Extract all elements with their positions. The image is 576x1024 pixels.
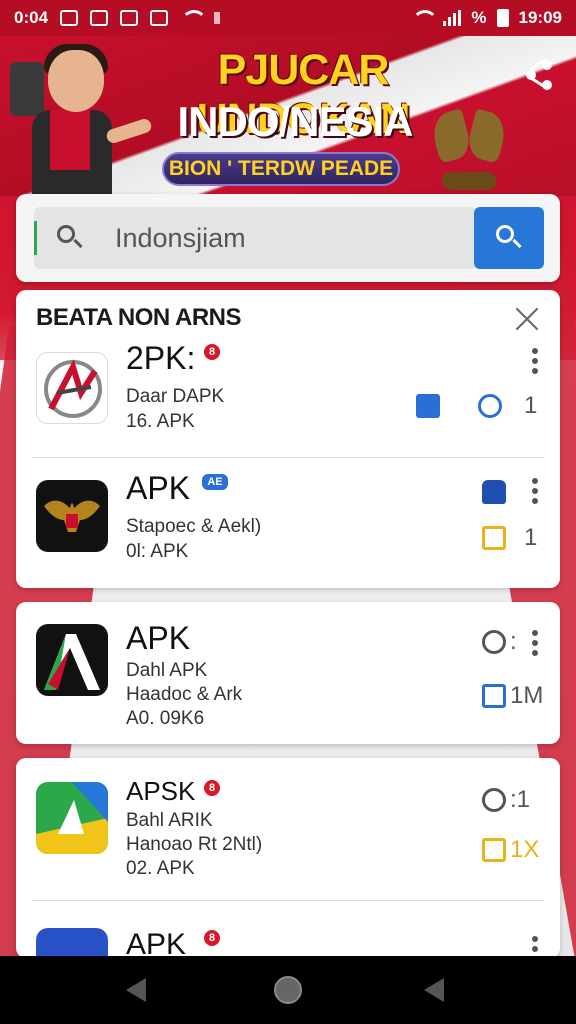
notification-badge: 8 (204, 344, 220, 360)
focus-indicator (34, 221, 37, 255)
garuda-app-icon (36, 480, 108, 552)
top-action-label: : (510, 628, 517, 655)
search-button[interactable] (474, 207, 544, 269)
notification-badge: 8 (204, 780, 220, 796)
app-logo-icon (36, 624, 108, 696)
app-logo-icon (36, 352, 108, 424)
app-subtitle: Dahl APK (126, 660, 208, 681)
status-time-right: 19:09 (518, 8, 562, 27)
action-count: 1 (524, 392, 538, 419)
app-subtitle: Bahl ARIK (126, 810, 213, 831)
app-subtitle: Daar DAPK (126, 386, 225, 407)
more-options-icon[interactable] (532, 348, 538, 374)
search-field[interactable] (34, 207, 477, 269)
info-icon[interactable] (482, 788, 506, 812)
battery-percent: % (471, 8, 487, 27)
results-card: BEATA NON ARNS 2PK: 8 Daar DAPK 16. APK … (16, 290, 560, 588)
header-banner: PJUCAR UNDOKAN INDO/NESIA BION ' TERDW P… (0, 36, 576, 196)
list-item[interactable]: 2PK: 8 Daar DAPK 16. APK 1 (16, 340, 560, 458)
list-item[interactable]: APK AE Stapoec & Aekl) 0l: APK 1 (16, 470, 560, 588)
wifi-status-icon (411, 10, 439, 26)
notification-badge: 8 (204, 930, 220, 946)
app-subtitle: Stapoec & Aekl) (126, 516, 262, 537)
action-count: 1X (510, 836, 540, 863)
top-action-label: :1 (510, 786, 531, 813)
app-size: 0l: APK (126, 541, 189, 562)
more-options-icon[interactable] (532, 630, 538, 656)
close-icon[interactable] (514, 306, 540, 332)
folder-icon[interactable] (482, 526, 506, 550)
divider (32, 900, 544, 901)
folder-icon[interactable] (482, 838, 506, 862)
info-icon[interactable] (482, 630, 506, 654)
app-logo-icon (36, 782, 108, 854)
app-size: A0. 09K6 (126, 708, 205, 729)
banner-subtitle: INDO/NESIA (177, 98, 413, 145)
search-input[interactable] (115, 222, 435, 254)
action-count: 1 (524, 524, 538, 551)
window-icon[interactable] (482, 684, 506, 708)
app-logo-icon (36, 928, 108, 958)
wifi-icon (180, 10, 208, 26)
translate-icon (120, 10, 139, 26)
search-card (16, 194, 560, 282)
back-icon[interactable] (126, 978, 146, 1002)
app-description: Haadoc & Ark (126, 684, 243, 705)
banner-pill: BION ' TERDW PEADE (162, 152, 400, 186)
navigation-bar (0, 956, 576, 1024)
dot-icon (214, 12, 221, 24)
app-size: 02. APK (126, 858, 195, 879)
label-badge: AE (202, 474, 228, 490)
home-icon[interactable] (274, 976, 302, 1004)
app-description: Hanoao Rt 2Ntl) (126, 834, 263, 855)
divider (32, 457, 544, 458)
app-size: 16. APK (126, 411, 195, 432)
action-count: 1M (510, 682, 544, 709)
recents-icon[interactable] (424, 978, 444, 1002)
notification-icon (60, 10, 79, 26)
more-options-icon[interactable] (532, 478, 538, 504)
app-title: APK (126, 620, 191, 656)
status-bar: 0:04 % 19:09 (0, 0, 576, 36)
share-icon[interactable] (524, 58, 558, 92)
search-icon (55, 223, 85, 253)
app-title: APK (126, 470, 191, 506)
sim-icon (150, 10, 169, 26)
app-card[interactable]: APK Dahl APK Haadoc & Ark A0. 09K6 : 1M (16, 602, 560, 744)
app-title: APSK (126, 776, 196, 806)
battery-icon (496, 9, 509, 27)
document-icon[interactable] (416, 394, 440, 418)
gallery-icon (90, 10, 109, 26)
lock-icon[interactable] (482, 480, 506, 504)
signal-icon (443, 10, 462, 26)
settings-icon[interactable] (478, 394, 502, 418)
app-card[interactable]: APSK 8 Bahl ARIK Hanoao Rt 2Ntl) 02. APK… (16, 758, 560, 961)
app-title: 2PK: (126, 340, 196, 376)
results-header: BEATA NON ARNS (36, 304, 242, 331)
status-time-left: 0:04 (14, 8, 49, 27)
